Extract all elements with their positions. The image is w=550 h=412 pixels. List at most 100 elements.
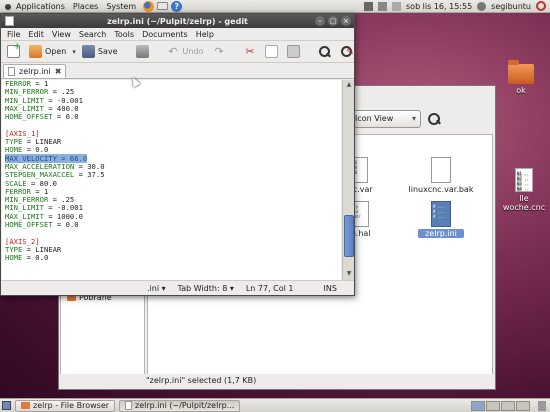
top-panel: Applications Places System ? sob lis 16,… [0,0,550,13]
copy-icon [265,45,279,58]
new-document-icon [7,42,21,58]
menu-documents[interactable]: Documents [138,30,192,39]
document-icon [125,401,133,410]
config-value: = 37.5 [74,170,105,180]
close-icon[interactable]: ✖ [55,67,62,76]
paste-icon [287,45,301,58]
undo-button[interactable]: ↶ Undo [164,43,207,60]
help-icon[interactable]: ? [171,0,183,12]
file-browser-status: "zelrp.ini" selected (1,7 KB) [60,374,494,388]
document-icon [8,67,15,76]
maximize-icon[interactable]: □ [328,16,338,26]
trash-icon[interactable] [538,400,546,411]
insert-mode: INS [323,283,337,293]
statusbar: .ini ▾ Tab Width: 8 ▾ Ln 77, Col 1 INS [1,280,354,295]
menu-view[interactable]: View [48,30,75,39]
desktop-folder-label: ok [516,86,526,95]
search-icon [318,45,331,58]
workspace-4[interactable] [516,400,530,411]
open-label: Open [45,47,67,56]
folder-open-icon [29,45,42,58]
chevron-down-icon[interactable]: ▾ [72,48,76,56]
folder-icon [508,60,534,84]
system-tray: sob lis 16, 15:55 segibuntu [364,1,550,11]
desktop-file-label: lle woche.cnc [502,194,546,212]
config-key: HOME [5,253,23,263]
close-icon[interactable]: × [341,16,351,26]
file-item-selected[interactable]: # ... # ... # ... zelrp.ini [418,201,464,238]
line-content: HOME = 0.0 [5,253,48,262]
user-name[interactable]: segibuntu [491,2,531,11]
volume-icon[interactable] [378,1,387,11]
taskbar-item-file-browser[interactable]: zelrp - File Browser [15,399,116,412]
minimize-icon[interactable]: – [315,16,325,26]
gedit-window: zelrp.ini (~/Pulpit/zelrp) - gedit – □ ×… [0,13,355,296]
config-key: HOME_OFFSET [5,220,53,230]
window-title: zelrp.ini (~/Pulpit/zelrp) - gedit [107,16,248,26]
undo-icon: ↶ [168,45,178,58]
desktop-file-cnc[interactable]: N1 .. N2 .. N3 .. N4 .. lle woche.cnc [498,168,550,212]
replace-button[interactable] [337,43,356,60]
open-button[interactable]: Open [26,43,69,60]
tab-width-label: Tab Width: 8 [177,283,228,293]
text-editor[interactable]: FERROR = 1 MIN_FERROR = .25 MIN_LIMIT = -0… [2,80,341,280]
workspace-2[interactable] [486,400,500,411]
user-icon [477,1,487,11]
desktop-folder-ok[interactable]: ok [503,60,539,95]
printer-icon [135,45,149,58]
file-item[interactable]: linuxcnc.var.bak [406,157,476,194]
workspace-3[interactable] [501,400,515,411]
tab-label: zelrp.ini [19,67,51,76]
search-icon[interactable] [427,112,441,126]
task-label: zelrp - File Browser [33,401,110,410]
language-selector[interactable]: .ini ▾ [141,284,172,293]
code-line: TYPE = LINEAR [5,137,338,146]
task-label: zelrp.ini (~/Pulpit/zelrp... [135,401,235,410]
tab-width-selector[interactable]: Tab Width: 8 ▾ [172,284,240,293]
menu-search[interactable]: Search [75,30,110,39]
tab-zelrp-ini[interactable]: zelrp.ini ✖ [3,64,67,78]
code-line: HOME = 0.0 [5,254,338,262]
print-button[interactable] [133,43,152,60]
mail-indicator-icon[interactable] [392,1,401,11]
show-desktop-icon[interactable] [2,401,11,410]
paste-button[interactable] [284,43,303,60]
gedit-app-icon[interactable] [5,16,14,26]
redo-button[interactable]: ↷ [209,43,228,60]
toolbar: Open ▾ Save ↶ Undo ↷ ✂ [1,41,354,63]
applications-menu[interactable]: Applications [0,2,69,11]
vertical-scrollbar[interactable]: ▲ ▼ [342,80,354,280]
network-icon[interactable] [364,1,373,11]
menu-edit[interactable]: Edit [24,30,48,39]
copy-button[interactable] [262,43,281,60]
code-line: SCALE = 80.0 [5,179,338,188]
scissors-icon: ✂ [245,45,255,58]
workspace-1[interactable] [471,400,485,411]
cut-button[interactable]: ✂ [240,43,259,60]
scroll-thumb[interactable] [344,215,354,257]
scroll-up-icon[interactable]: ▲ [344,81,354,90]
file-preview: # ... # ... # ... [433,204,446,219]
menu-file[interactable]: File [3,30,24,39]
clock[interactable]: sob lis 16, 15:55 [406,2,472,11]
find-button[interactable] [315,43,334,60]
window-titlebar[interactable]: zelrp.ini (~/Pulpit/zelrp) - gedit – □ × [1,14,354,28]
mail-icon[interactable] [157,2,169,10]
view-mode-select[interactable]: Icon View [349,110,421,128]
taskbar-item-gedit[interactable]: zelrp.ini (~/Pulpit/zelrp... [119,399,241,412]
cursor-position: Ln 77, Col 1 [245,283,294,293]
power-icon[interactable] [536,1,546,11]
scroll-down-icon[interactable]: ▼ [344,270,354,279]
line-content: HOME_OFFSET = 0.0 [5,112,79,121]
config-value: = 0.0 [52,112,79,122]
menu-tools[interactable]: Tools [110,30,138,39]
system-menu[interactable]: System [102,2,140,11]
save-button[interactable]: Save [79,43,121,60]
find-replace-icon [340,45,354,58]
new-button[interactable] [4,42,23,60]
menu-help[interactable]: Help [192,30,218,39]
workspace-switcher [471,400,534,411]
places-menu[interactable]: Places [69,2,102,11]
firefox-icon[interactable] [143,0,155,12]
